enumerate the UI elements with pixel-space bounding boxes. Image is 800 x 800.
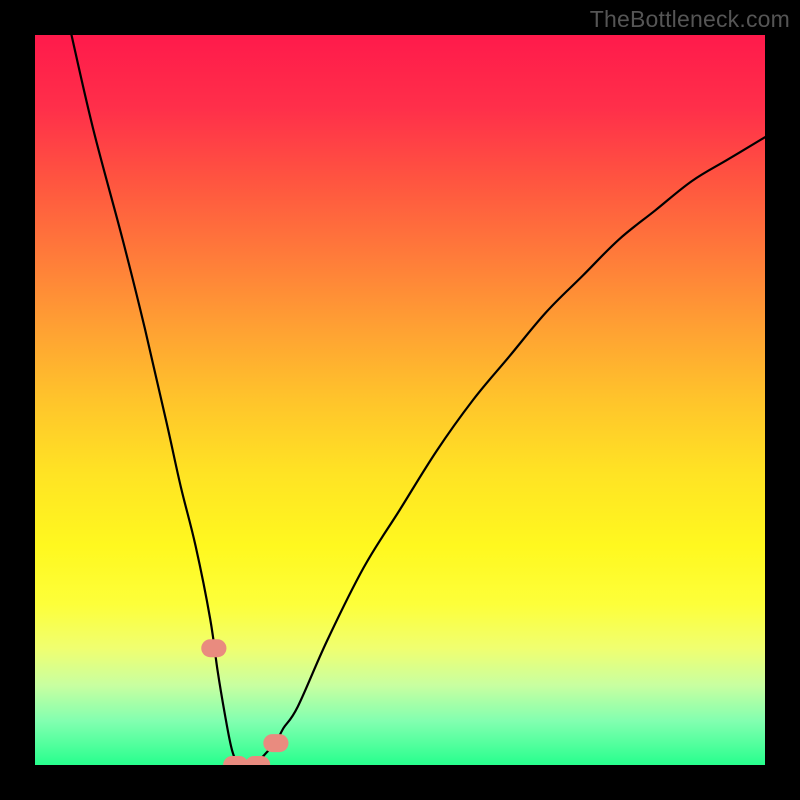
bottleneck-curve [72,35,766,765]
marker-trough-left [223,756,248,765]
chart-frame: TheBottleneck.com [0,0,800,800]
marker-trough-right [245,756,270,765]
curve-layer [35,35,765,765]
marker-group [201,639,288,765]
marker-left-shoulder [201,639,226,657]
marker-right-shoulder [263,734,288,752]
watermark-text: TheBottleneck.com [590,6,790,33]
plot-area [35,35,765,765]
